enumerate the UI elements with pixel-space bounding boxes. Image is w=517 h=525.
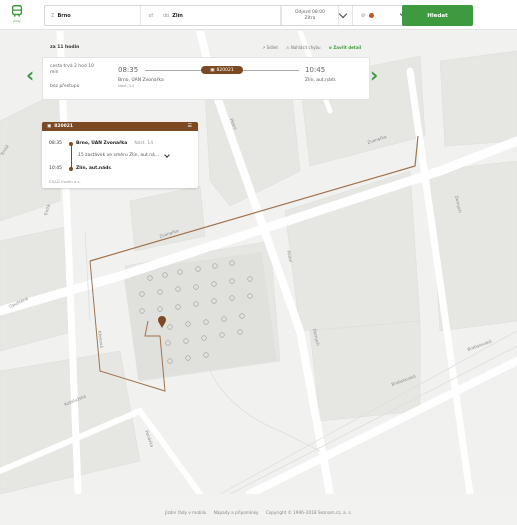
prev-connection-button[interactable]: ‹ [26,65,36,85]
from-field[interactable]: Z Brno [45,6,141,25]
top-bar: Jízdy Z Brno ⇄ do Zlín Odjezd 08:00 Zítr… [0,0,517,30]
intermediate-stops-toggle[interactable]: 15 zastávek ve směru Zlín, aut.ná... [78,151,170,158]
from-stop: Brno, ÚAN Zvonařka Nást. 14 [118,78,164,88]
from-platform: Nást. 14 [118,83,134,88]
depart-day: Zítra [304,15,316,21]
panel-actions: ↗ Sdílet ⚠ Nahlásit chybu ⊗ Zavřít detai… [262,45,361,50]
footer: Jízdní řády v mobilu Nápady a připomínky… [0,510,517,515]
dep-platform: Nást. 14 [134,141,154,146]
close-detail-button[interactable]: ⊗ Zavřít detail [329,45,362,50]
transfers-info: bez přestupu [50,84,80,89]
line-badge: ▣ 820021 [201,66,243,74]
arrive-time: 10:45 [305,66,326,74]
dep-time: 08:35 [49,141,62,146]
app-logo[interactable]: Jízdy [6,4,28,26]
share-button[interactable]: ↗ Sdílet [262,45,278,50]
to-field[interactable]: do Zlín [161,6,281,25]
from-value: Brno [57,12,71,19]
to-prefix: do [163,12,170,19]
arr-stop: Zlín, aut.nádr. [76,166,112,171]
departure-row: 08:35 Brno, ÚAN Zvonařka Nást. 14 [49,141,153,146]
trip-duration: cesta trvá 2 hod 10 min [50,64,94,75]
to-value: Zlín [172,12,183,19]
arr-time: 10:45 [49,166,62,171]
depart-time: 08:35 [118,66,139,74]
bus-icon [11,5,23,17]
report-button[interactable]: ⚠ Nahlásit chybu [286,45,321,50]
logo-label: Jízdy [13,19,21,23]
connection-card[interactable]: cesta trvá 2 hod 10 min bez přestupu 08:… [42,57,370,100]
route-vertical-line [71,144,72,168]
search-button[interactable]: Hledat [402,5,473,26]
footer-link-mobile[interactable]: Jízdní řády v mobilu [165,510,206,515]
stops-info: 15 zastávek ve směru Zlín, aut.ná... [78,153,160,158]
bus-icon: ▣ [47,124,52,129]
route-header: ▣ 820021 ☰ [42,122,198,131]
depart-dropdown[interactable] [338,6,353,25]
footer-copyright: Copyright © 1996–2018 Seznam.cz, a. s. [265,510,352,515]
departure-relative: za 11 hodin [50,45,80,50]
next-connection-button[interactable]: › [370,65,380,85]
arrival-row: 10:45 Zlín, aut.nádr. [49,166,112,171]
search-form: Z Brno ⇄ do Zlín Odjezd 08:00 Zítra ⚙ [44,5,446,26]
route-box: ▣ 820021 ☰ 08:35 Brno, ÚAN Zvonařka Nást… [42,122,198,188]
bus-icon: ▣ [210,67,215,73]
dep-stop: Brno, ÚAN Zvonařka [76,141,128,146]
from-prefix: Z [51,12,55,19]
to-stop: Zlín, aut.nádr. [305,78,337,83]
swap-icon[interactable]: ⇄ [141,6,161,25]
chevron-down-icon [338,9,348,19]
stop-dot-icon [69,141,73,146]
stop-dot-icon [69,166,73,171]
carrier-name: ČSAD Vsetín a.s. [49,179,81,184]
departure-field[interactable]: Odjezd 08:00 Zítra [281,6,339,25]
footer-link-feedback[interactable]: Nápady a připomínky [214,510,259,515]
route-line-no: 820021 [54,124,74,129]
settings-icon: ⚙ [361,12,366,19]
transport-icon [369,13,375,18]
list-icon[interactable]: ☰ [188,123,192,129]
chevron-down-icon [164,151,170,158]
